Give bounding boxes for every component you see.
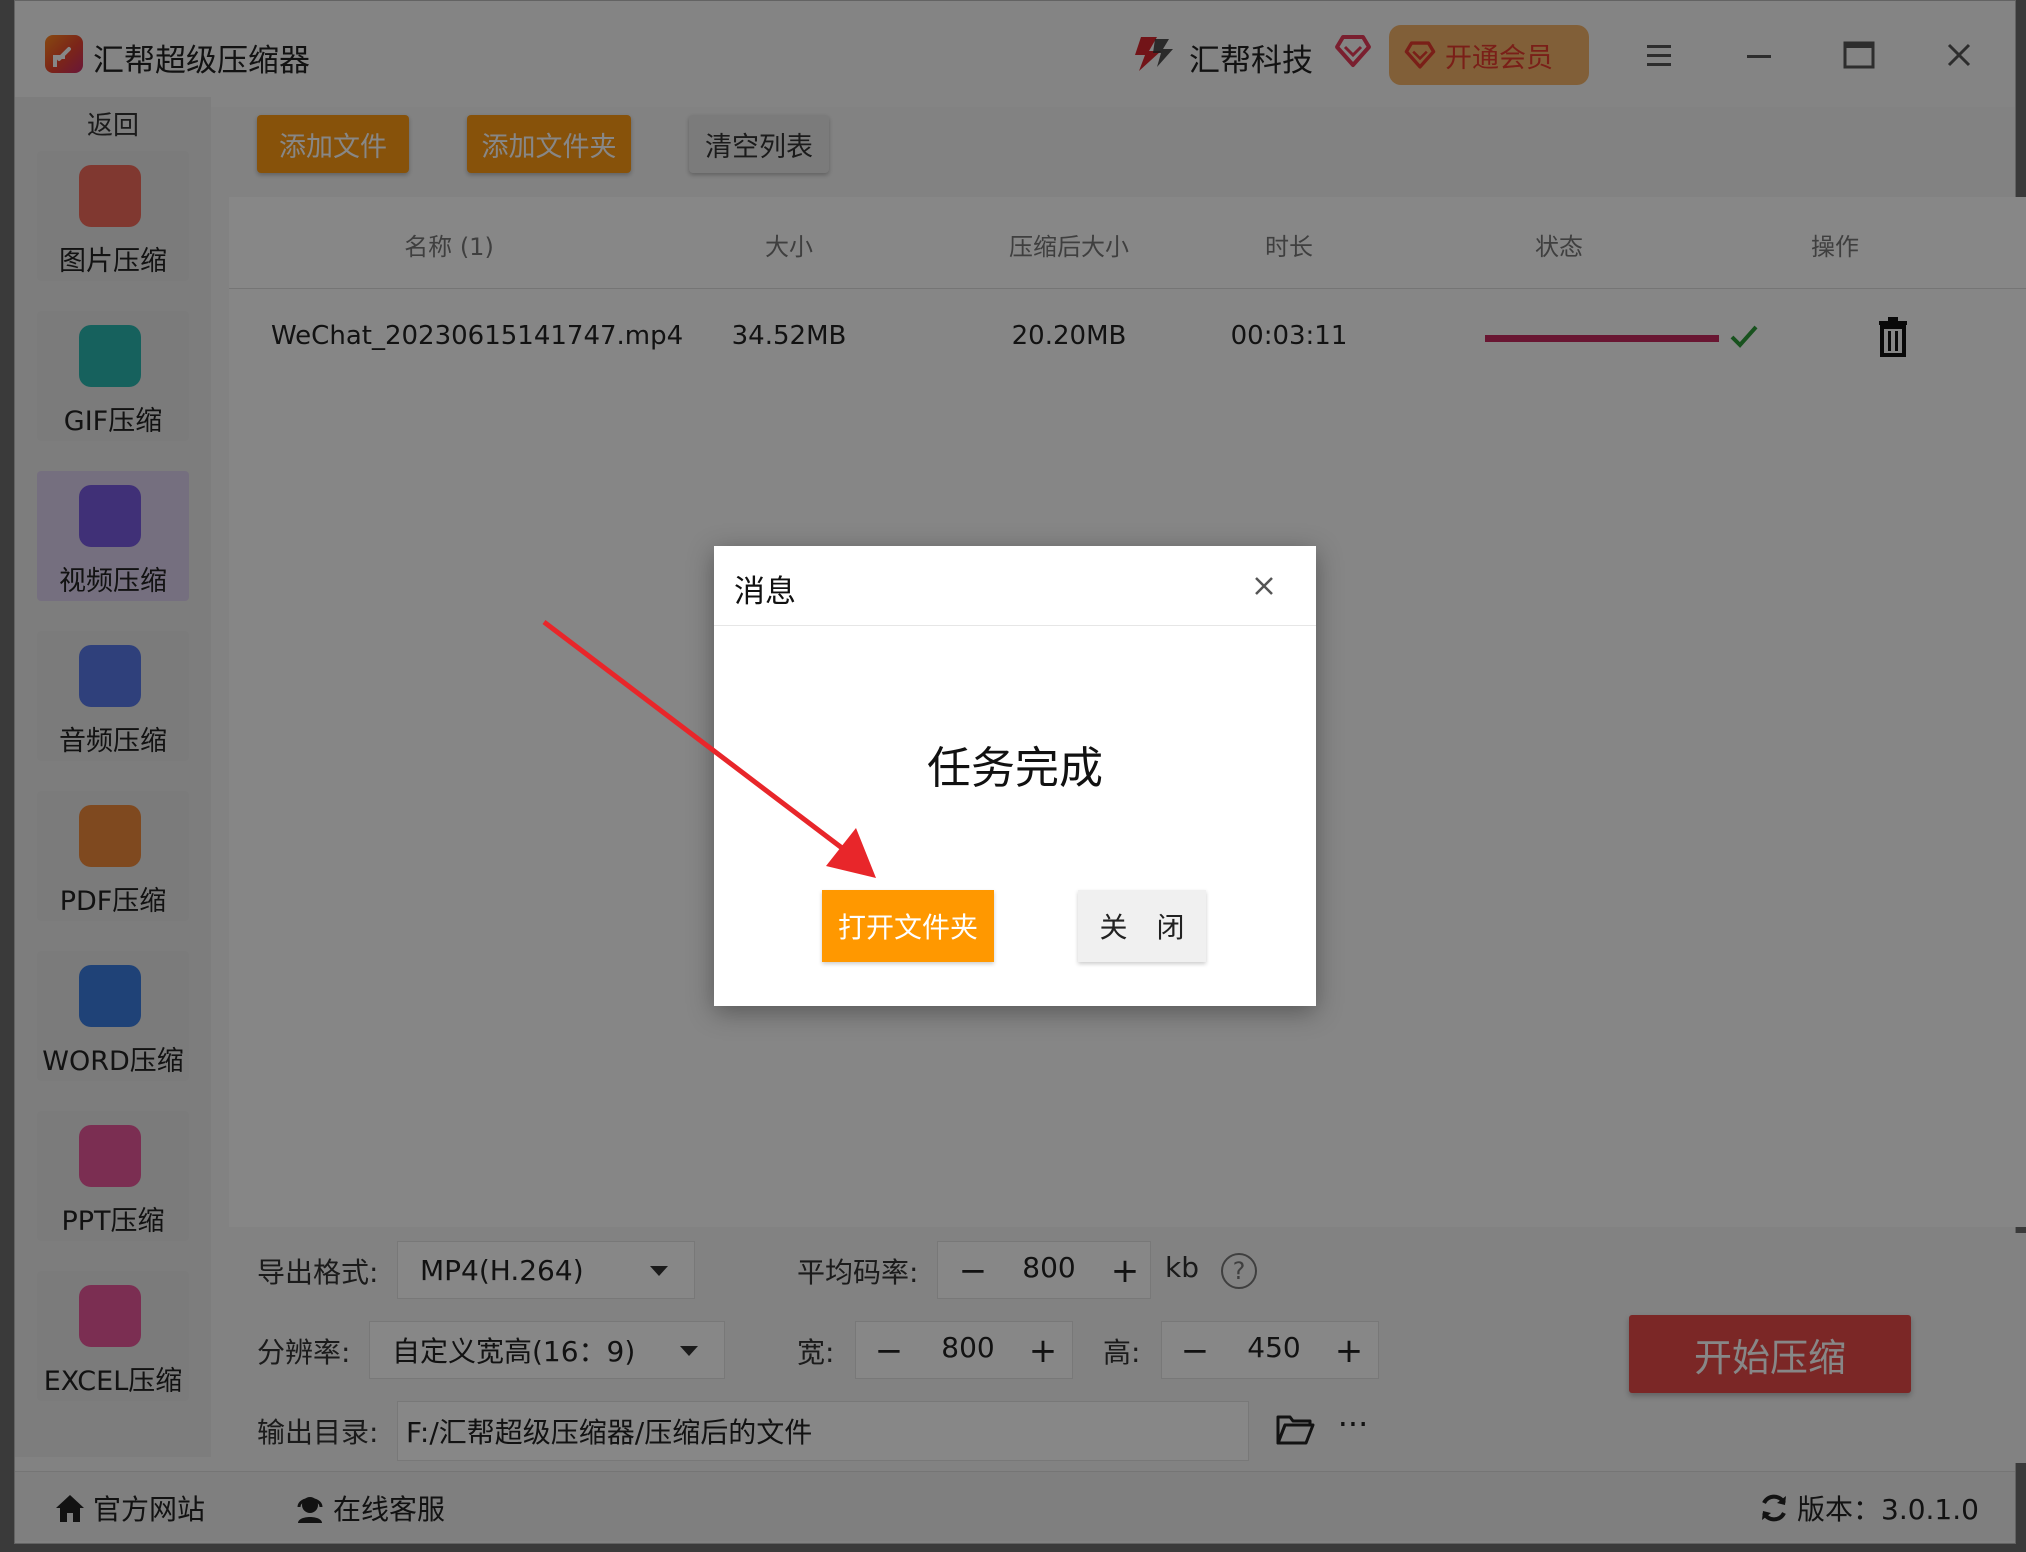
message-dialog: 消息 任务完成 打开文件夹 关 闭 xyxy=(714,546,1316,1006)
dialog-title: 消息 xyxy=(734,574,796,610)
dialog-close-button[interactable]: 关 闭 xyxy=(1078,890,1206,962)
dialog-header: 消息 xyxy=(714,546,1316,626)
dialog-message: 任务完成 xyxy=(927,743,1103,794)
close-icon[interactable] xyxy=(1248,570,1280,602)
open-folder-button[interactable]: 打开文件夹 xyxy=(822,890,994,962)
